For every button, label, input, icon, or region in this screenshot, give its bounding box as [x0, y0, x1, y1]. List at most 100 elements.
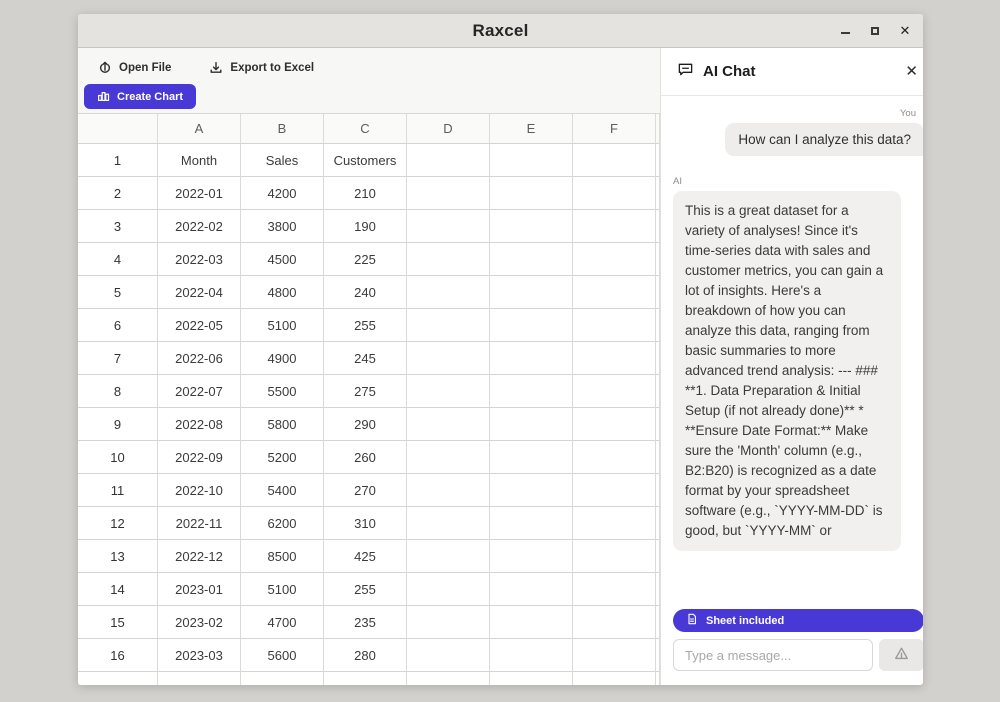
- grid-cell-F1[interactable]: [573, 144, 656, 177]
- open-file-button[interactable]: Open File: [98, 61, 171, 75]
- grid-cell-A11[interactable]: 2022-10: [158, 474, 241, 507]
- grid-cell-C12[interactable]: 310: [324, 507, 407, 540]
- grid-column-header-C[interactable]: C: [324, 114, 407, 144]
- grid-cell-D14[interactable]: [407, 573, 490, 606]
- grid-cell-C6[interactable]: 255: [324, 309, 407, 342]
- grid-cell-D12[interactable]: [407, 507, 490, 540]
- grid-row-number-1[interactable]: 1: [78, 144, 158, 177]
- grid-cell-D3[interactable]: [407, 210, 490, 243]
- grid-cell-C2[interactable]: 210: [324, 177, 407, 210]
- grid-cell-F13[interactable]: [573, 540, 656, 573]
- grid-cell-E10[interactable]: [490, 441, 573, 474]
- grid-cell-A12[interactable]: 2022-11: [158, 507, 241, 540]
- grid-cell-F14[interactable]: [573, 573, 656, 606]
- grid-row-number-4[interactable]: 4: [78, 243, 158, 276]
- chat-message-input[interactable]: [673, 639, 873, 671]
- grid-cell-A5[interactable]: 2022-04: [158, 276, 241, 309]
- grid-cell-A16[interactable]: 2023-03: [158, 639, 241, 672]
- grid-cell-B8[interactable]: 5500: [241, 375, 324, 408]
- minimize-button[interactable]: [839, 25, 851, 37]
- grid-cell-A15[interactable]: 2023-02: [158, 606, 241, 639]
- grid-cell-E15[interactable]: [490, 606, 573, 639]
- grid-cell-D2[interactable]: [407, 177, 490, 210]
- grid-cell-E7[interactable]: [490, 342, 573, 375]
- grid-row-number-15[interactable]: 15: [78, 606, 158, 639]
- grid-cell-C14[interactable]: 255: [324, 573, 407, 606]
- grid-cell-B12[interactable]: 6200: [241, 507, 324, 540]
- grid-row-number-12[interactable]: 12: [78, 507, 158, 540]
- export-to-excel-button[interactable]: Export to Excel: [209, 61, 314, 75]
- grid-cell-E5[interactable]: [490, 276, 573, 309]
- grid-cell-D13[interactable]: [407, 540, 490, 573]
- grid-cell-A9[interactable]: 2022-08: [158, 408, 241, 441]
- grid-cell-A8[interactable]: 2022-07: [158, 375, 241, 408]
- grid-cell-F9[interactable]: [573, 408, 656, 441]
- grid-cell-E17[interactable]: [490, 672, 573, 685]
- grid-cell-E9[interactable]: [490, 408, 573, 441]
- grid-row-number-7[interactable]: 7: [78, 342, 158, 375]
- grid-cell-C10[interactable]: 260: [324, 441, 407, 474]
- grid-column-header-F[interactable]: F: [573, 114, 656, 144]
- grid-cell-B3[interactable]: 3800: [241, 210, 324, 243]
- grid-cell-F4[interactable]: [573, 243, 656, 276]
- grid-cell-A13[interactable]: 2022-12: [158, 540, 241, 573]
- grid-cell-B11[interactable]: 5400: [241, 474, 324, 507]
- grid-cell-B16[interactable]: 5600: [241, 639, 324, 672]
- grid-row-number-13[interactable]: 13: [78, 540, 158, 573]
- grid-cell-C9[interactable]: 290: [324, 408, 407, 441]
- grid-cell-D17[interactable]: [407, 672, 490, 685]
- grid-cell-E16[interactable]: [490, 639, 573, 672]
- grid-cell-B2[interactable]: 4200: [241, 177, 324, 210]
- grid-cell-F3[interactable]: [573, 210, 656, 243]
- grid-cell-C1[interactable]: Customers: [324, 144, 407, 177]
- grid-cell-E1[interactable]: [490, 144, 573, 177]
- grid-cell-D10[interactable]: [407, 441, 490, 474]
- grid-cell-F12[interactable]: [573, 507, 656, 540]
- grid-cell-D11[interactable]: [407, 474, 490, 507]
- grid-cell-D8[interactable]: [407, 375, 490, 408]
- grid-row-number-10[interactable]: 10: [78, 441, 158, 474]
- grid-cell-B1[interactable]: Sales: [241, 144, 324, 177]
- grid-row-number-partial[interactable]: [78, 672, 158, 685]
- grid-cell-A10[interactable]: 2022-09: [158, 441, 241, 474]
- grid-column-header-E[interactable]: E: [490, 114, 573, 144]
- grid-cell-D15[interactable]: [407, 606, 490, 639]
- grid-cell-F10[interactable]: [573, 441, 656, 474]
- grid-cell-E11[interactable]: [490, 474, 573, 507]
- grid-cell-A7[interactable]: 2022-06: [158, 342, 241, 375]
- grid-corner-cell[interactable]: [78, 114, 158, 144]
- grid-cell-E6[interactable]: [490, 309, 573, 342]
- grid-cell-C3[interactable]: 190: [324, 210, 407, 243]
- grid-cell-D1[interactable]: [407, 144, 490, 177]
- grid-row-number-2[interactable]: 2: [78, 177, 158, 210]
- grid-row-number-16[interactable]: 16: [78, 639, 158, 672]
- grid-row-number-14[interactable]: 14: [78, 573, 158, 606]
- sheet-included-button[interactable]: Sheet included: [673, 609, 923, 632]
- grid-cell-F8[interactable]: [573, 375, 656, 408]
- grid-cell-B9[interactable]: 5800: [241, 408, 324, 441]
- grid-cell-C7[interactable]: 245: [324, 342, 407, 375]
- grid-cell-A2[interactable]: 2022-01: [158, 177, 241, 210]
- grid-cell-D4[interactable]: [407, 243, 490, 276]
- close-window-button[interactable]: ✕: [899, 25, 911, 37]
- grid-cell-B5[interactable]: 4800: [241, 276, 324, 309]
- grid-cell-A6[interactable]: 2022-05: [158, 309, 241, 342]
- create-chart-button[interactable]: Create Chart: [84, 84, 196, 109]
- grid-cell-B6[interactable]: 5100: [241, 309, 324, 342]
- grid-cell-C17[interactable]: [324, 672, 407, 685]
- grid-column-header-B[interactable]: B: [241, 114, 324, 144]
- grid-cell-D5[interactable]: [407, 276, 490, 309]
- grid-cell-B15[interactable]: 4700: [241, 606, 324, 639]
- grid-column-header-D[interactable]: D: [407, 114, 490, 144]
- grid-cell-A3[interactable]: 2022-02: [158, 210, 241, 243]
- grid-cell-B17[interactable]: [241, 672, 324, 685]
- grid-cell-C4[interactable]: 225: [324, 243, 407, 276]
- grid-cell-E2[interactable]: [490, 177, 573, 210]
- grid-row-number-11[interactable]: 11: [78, 474, 158, 507]
- grid-cell-B7[interactable]: 4900: [241, 342, 324, 375]
- chat-close-button[interactable]: ✕: [905, 64, 918, 79]
- grid-cell-F11[interactable]: [573, 474, 656, 507]
- grid-cell-B10[interactable]: 5200: [241, 441, 324, 474]
- grid-cell-E3[interactable]: [490, 210, 573, 243]
- grid-cell-C11[interactable]: 270: [324, 474, 407, 507]
